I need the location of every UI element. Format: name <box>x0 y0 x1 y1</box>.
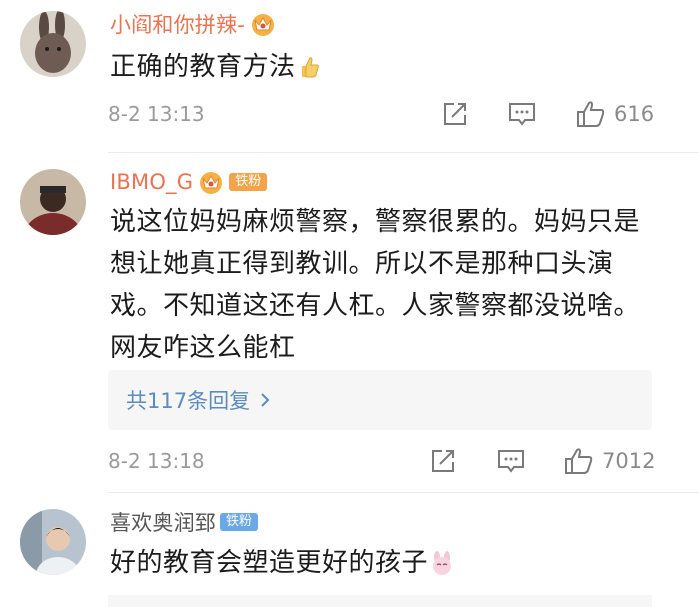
fan-badge: 铁粉 <box>229 173 268 191</box>
comment-icon <box>498 450 524 473</box>
username[interactable]: 喜欢奥润郅 <box>110 507 216 537</box>
timestamp: 8-2 13:13 <box>108 102 205 126</box>
avatar[interactable] <box>20 11 86 77</box>
meta-row: 8-2 13:13 616 <box>108 96 654 132</box>
like-count: 7012 <box>602 449 656 473</box>
bunny-face-icon <box>430 546 454 588</box>
reply-box <box>108 595 652 607</box>
meta-row: 8-2 13:18 7012 <box>108 443 655 479</box>
share-icon <box>432 450 454 472</box>
thumbs-up-outline-icon <box>565 448 593 474</box>
username[interactable]: 小阎和你拼辣- <box>110 9 245 39</box>
fan-badge: 铁粉 <box>220 513 259 531</box>
share-icon <box>444 103 466 125</box>
timestamp: 8-2 13:18 <box>108 449 205 473</box>
comment-item: 喜欢奥润郅 铁粉 好的教育会塑造更好的孩子 <box>0 493 699 607</box>
view-replies-link[interactable]: 共117条回复 <box>126 385 270 415</box>
chevron-right-icon <box>261 393 270 407</box>
reply-box[interactable]: 共117条回复 <box>108 370 652 430</box>
comment-item: IBMO_G 铁粉 说这位妈妈麻烦警察，警察很累的。妈妈只是想让她真正得到教训。… <box>0 153 699 488</box>
name-row: 喜欢奥润郅 铁粉 <box>110 507 259 537</box>
comment-text: 好的教育会塑造更好的孩子 <box>110 542 665 588</box>
comment-button[interactable] <box>508 96 536 132</box>
thumbs-up-outline-icon <box>577 101 605 127</box>
like-button[interactable]: 7012 <box>564 443 655 479</box>
like-count: 616 <box>614 102 655 126</box>
comment-item: 小阎和你拼辣- 正确的教育方法 8-2 13:13 616 <box>0 0 699 150</box>
avatar[interactable] <box>20 169 86 235</box>
share-button[interactable] <box>442 96 468 132</box>
vip-crown-icon <box>249 11 277 37</box>
like-button[interactable]: 616 <box>576 96 654 132</box>
comment-icon <box>509 103 535 126</box>
avatar[interactable] <box>20 509 86 575</box>
vip-crown-icon <box>197 169 225 195</box>
share-button[interactable] <box>430 443 456 479</box>
thumbs-up-icon <box>298 50 320 92</box>
username[interactable]: IBMO_G <box>110 170 193 194</box>
name-row: IBMO_G 铁粉 <box>110 167 268 197</box>
comment-button[interactable] <box>497 443 525 479</box>
comment-text: 说这位妈妈麻烦警察，警察很累的。妈妈只是想让她真正得到教训。所以不是那种口头演戏… <box>110 207 641 363</box>
name-row: 小阎和你拼辣- <box>110 9 277 39</box>
comment-text: 正确的教育方法 <box>110 46 665 92</box>
